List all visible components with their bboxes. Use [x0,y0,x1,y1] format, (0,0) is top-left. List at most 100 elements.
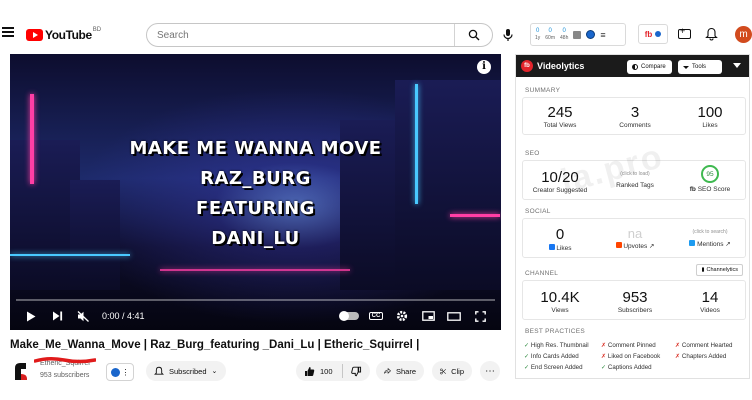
channel-logo-icon [15,363,27,380]
volume-muted-icon [77,310,89,322]
compare-toggle-icon [632,64,638,70]
search-box [146,23,493,47]
tools-button[interactable]: Tools [678,60,722,74]
videolytics-logo-icon: fb [521,60,533,72]
progress-bar[interactable] [16,299,495,301]
logo-text: YouTube [45,28,92,42]
extension-square-icon [573,30,582,39]
external-link-icon: ↗ [723,241,731,248]
create-video-icon[interactable] [678,26,691,39]
bp-item: ✓ High Res. Thumbnail [524,342,589,349]
settings-button[interactable] [389,306,415,326]
ranked-tags-stat[interactable]: (click to load) Ranked Tags [598,171,672,189]
scissors-icon [440,368,446,374]
external-link-icon: ↗ [647,243,655,250]
bp-item: ✗ Chapters Added [675,353,727,360]
reddit-icon [615,242,622,248]
like-count: 100 [320,366,333,376]
more-vert-icon: ⋮ [121,367,130,377]
gear-icon [396,310,408,322]
total-views-stat: 245 Total Views [543,104,577,129]
play-button[interactable] [18,306,44,326]
seo-score-stat: 95 fb SEO Score [673,165,747,193]
microphone-icon[interactable] [502,28,514,42]
videolytics-logo-icon: fb [644,29,653,39]
twitter-mentions-stat[interactable]: (click to search) Mentions ↗ [673,229,747,248]
miniplayer-button[interactable] [415,306,441,326]
facebook-icon [548,244,555,250]
player-controls: 0:00 / 4:41 CC [10,302,501,330]
info-icon[interactable]: i [477,60,491,74]
compare-button[interactable]: Compare [627,60,672,74]
fullscreen-button[interactable] [467,306,493,326]
masthead: YouTube BD 0 1y 0 60m 0 48h ≡ fb m [0,0,752,54]
mute-button[interactable] [70,306,96,326]
videolytics-toolbar-button[interactable]: fb [638,24,668,44]
check-icon: ✓ [524,342,530,349]
theater-mode-button[interactable] [441,306,467,326]
autoplay-toggle[interactable] [337,306,363,326]
play-icon [27,311,36,321]
summary-card: 245 Total Views 3 Comments 100 Likes [522,97,746,135]
youtube-logo[interactable]: YouTube BD [26,27,102,42]
thumbs-up-icon [305,366,315,376]
menu-icon[interactable] [2,27,14,37]
youtube-play-icon [26,29,43,41]
extension-stats-widget[interactable]: 0 1y 0 60m 0 48h ≡ [530,23,626,46]
panel-collapse-icon[interactable] [733,63,741,68]
lyrics-overlay: MAKE ME WANNA MOVE RAZ_BURG FEATURING DA… [10,134,501,254]
more-actions-button[interactable]: ⋯ [480,361,500,381]
videolytics-header: fb Videolytics Compare Tools [516,55,749,77]
like-divider [341,364,343,378]
compare-label: Compare [641,64,666,70]
videolytics-panel: fb Videolytics Compare Tools SUMMARY 245… [515,54,750,379]
cross-icon: ✗ [601,342,607,349]
tools-label: Tools [692,64,707,70]
bp-item: ✗ Liked on Facebook [601,353,661,360]
country-code: BD [92,27,102,33]
videolytics-channel-button[interactable]: ⋮ [106,363,134,381]
channelytics-button[interactable]: ▮ Channelytics [696,264,743,276]
subscribed-button[interactable]: Subscribed ⌄ [146,361,226,381]
check-icon: ✓ [601,364,607,371]
thumbs-down-icon[interactable] [351,366,362,377]
video-player[interactable]: MAKE ME WANNA MOVE RAZ_BURG FEATURING DA… [10,54,501,330]
channel-avatar[interactable] [12,360,29,382]
notification-bell-icon[interactable] [705,27,718,41]
user-avatar[interactable]: m [735,26,752,43]
cross-icon: ✗ [675,342,681,349]
bar-chart-icon: ▮ [701,267,705,273]
clip-button[interactable]: Clip [432,361,472,381]
cross-icon: ✗ [675,353,681,360]
creator-suggested-stat: 10/20 Creator Suggested [532,169,588,194]
bp-item: ✗ Comment Hearted [675,342,733,349]
bell-icon [154,366,164,375]
subtitles-button[interactable]: CC [363,306,389,326]
channel-subscribers-stat: 953 Subscribers [617,289,653,314]
subscriber-count: 953 subscribers [40,372,90,379]
seo-score-ring: 95 [701,165,719,183]
share-button[interactable]: Share [376,361,424,381]
search-input[interactable] [147,29,447,41]
channel-card: 10.4K Views 953 Subscribers 14 Videos [522,280,746,320]
chevron-down-icon: ⌄ [211,368,218,375]
like-button[interactable]: 100 [304,366,333,377]
next-button[interactable] [44,306,70,326]
extension-menu-icon[interactable]: ≡ [600,30,605,40]
search-icon [468,29,479,41]
twitter-icon [689,240,696,246]
likes-stat: 100 Likes [697,104,723,129]
check-icon: ✓ [524,364,530,371]
globe-icon [110,367,120,377]
subscribed-label: Subscribed [169,366,207,376]
lyric-line: DANI_LU [211,228,300,249]
social-label: SOCIAL [525,208,551,215]
search-button[interactable] [454,24,492,46]
ext-stat-60m: 0 60m [545,27,556,41]
like-dislike-group: 100 [296,361,370,381]
next-icon [52,311,62,321]
reddit-upvotes-stat[interactable]: na Upvotes ↗ [598,226,672,250]
redaction-scribble [34,356,96,364]
share-icon [384,367,391,374]
clip-label: Clip [451,366,464,376]
